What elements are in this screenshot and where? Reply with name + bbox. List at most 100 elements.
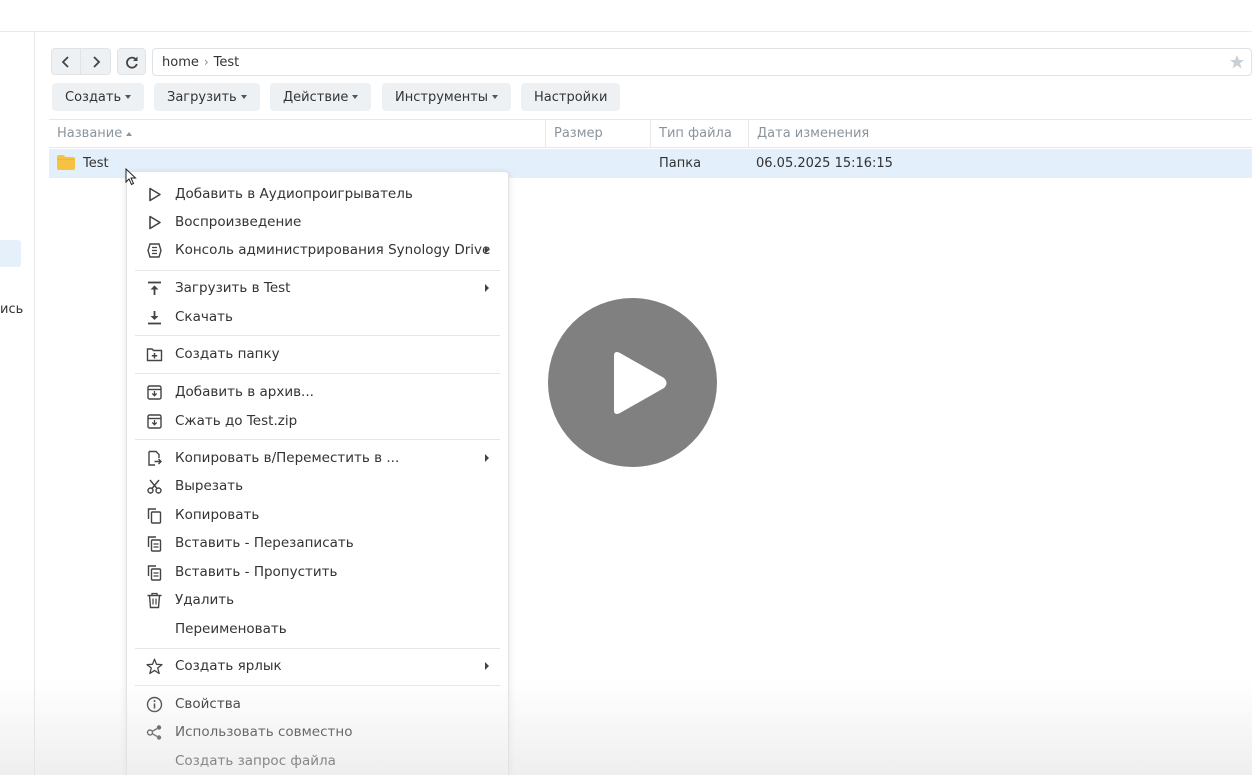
download-icon	[148, 311, 161, 325]
menu-item-cut[interactable]: Вырезать	[127, 472, 508, 500]
action-button[interactable]: Действие	[270, 83, 372, 111]
menu-item-share[interactable]: Использовать совместно	[127, 718, 508, 746]
menu-divider	[135, 373, 500, 374]
menu-item-properties[interactable]: Свойства	[127, 690, 508, 718]
menu-item-label: Загрузить в Test	[175, 280, 291, 296]
menu-item-label: Скачать	[175, 309, 233, 325]
settings-button[interactable]: Настройки	[521, 83, 621, 111]
column-type-label: Тип файла	[659, 126, 732, 141]
tools-button-label: Инструменты	[395, 89, 489, 105]
path-bar[interactable]: home › Test	[152, 48, 1252, 76]
refresh-icon	[125, 56, 138, 68]
menu-item-label: Сжать до Test.zip	[175, 413, 298, 429]
row-name: Test	[83, 156, 109, 171]
menu-item-label: Консоль администрирования Synology Drive	[175, 242, 491, 258]
top-bar	[0, 0, 1252, 32]
chevron-right-icon	[92, 55, 100, 68]
favorite-star-icon[interactable]	[1229, 54, 1245, 70]
tools-button[interactable]: Инструменты	[382, 83, 512, 111]
menu-item-create-folder[interactable]: Создать папку	[127, 340, 508, 368]
sidebar-selected-item[interactable]	[0, 240, 21, 267]
submenu-arrow-icon	[485, 284, 489, 292]
column-modified-label: Дата изменения	[757, 126, 870, 141]
caret-down-icon	[240, 95, 247, 99]
info-icon	[146, 696, 163, 713]
menu-item-add-to-audio-player[interactable]: Добавить в Аудиопроигрыватель	[127, 180, 508, 208]
menu-item-create-shortcut[interactable]: Создать ярлык	[127, 652, 508, 680]
context-menu: Добавить в Аудиопроигрыватель Воспроизве…	[126, 171, 509, 775]
menu-divider	[135, 648, 500, 649]
menu-item-synology-drive-console[interactable]: Консоль администрирования Synology Drive	[127, 236, 508, 264]
menu-item-label: Свойства	[175, 696, 241, 712]
menu-item-paste-overwrite[interactable]: Вставить - Перезаписать	[127, 529, 508, 557]
menu-item-copy-move-to[interactable]: Копировать в/Переместить в ...	[127, 444, 508, 472]
menu-item-label: Удалить	[175, 592, 235, 608]
star-outline-icon	[146, 658, 163, 675]
copy-icon	[147, 508, 162, 524]
upload-icon	[148, 281, 161, 295]
upload-button-label: Загрузить	[167, 89, 237, 105]
mouse-cursor-icon	[125, 168, 137, 186]
archive-icon	[147, 414, 162, 429]
menu-item-label: Вставить - Перезаписать	[175, 535, 354, 551]
copy-move-icon	[148, 450, 162, 466]
create-button[interactable]: Создать	[52, 83, 145, 111]
caret-down-icon	[492, 95, 499, 99]
column-size-label: Размер	[554, 126, 603, 141]
trash-icon	[147, 592, 162, 609]
submenu-arrow-icon	[485, 662, 489, 670]
menu-item-create-file-request[interactable]: Создать запрос файла	[127, 747, 508, 775]
menu-item-label: Использовать совместно	[175, 724, 353, 740]
menu-item-rename[interactable]: Переименовать	[127, 615, 508, 643]
column-header-modified[interactable]: Дата изменения	[748, 120, 1252, 148]
menu-item-label: Добавить в Аудиопроигрыватель	[175, 186, 413, 202]
upload-button[interactable]: Загрузить	[154, 83, 260, 111]
file-list-header: Название Размер Тип файла Дата изменения	[49, 119, 1252, 148]
scissors-icon	[147, 479, 162, 494]
column-header-type[interactable]: Тип файла	[650, 120, 748, 148]
menu-item-label: Переименовать	[175, 621, 287, 637]
action-button-label: Действие	[283, 89, 349, 105]
caret-down-icon	[125, 95, 132, 99]
play-button-overlay[interactable]	[548, 298, 717, 467]
menu-divider	[135, 685, 500, 686]
back-button[interactable]	[51, 48, 81, 75]
breadcrumb-current[interactable]: Test	[214, 55, 240, 70]
menu-divider	[135, 270, 500, 271]
menu-item-upload-to-test[interactable]: Загрузить в Test	[127, 274, 508, 302]
share-icon	[146, 725, 162, 740]
play-outline-icon	[149, 187, 161, 202]
refresh-button[interactable]	[117, 48, 146, 75]
menu-divider	[135, 439, 500, 440]
play-outline-icon	[149, 215, 161, 230]
menu-item-playback[interactable]: Воспроизведение	[127, 208, 508, 236]
sort-ascending-icon	[126, 131, 133, 136]
menu-item-add-to-archive[interactable]: Добавить в архив...	[127, 378, 508, 406]
row-modified: 06.05.2025 15:16:15	[756, 156, 893, 171]
menu-item-label: Вставить - Пропустить	[175, 564, 338, 580]
sidebar: ись	[0, 32, 35, 775]
play-button-icon	[613, 351, 666, 414]
menu-item-compress-zip[interactable]: Сжать до Test.zip	[127, 407, 508, 435]
menu-item-delete[interactable]: Удалить	[127, 586, 508, 614]
breadcrumb-home[interactable]: home	[162, 55, 199, 70]
chevron-left-icon	[61, 55, 69, 68]
menu-item-label: Создать папку	[175, 346, 280, 362]
menu-item-copy[interactable]: Копировать	[127, 501, 508, 529]
forward-button[interactable]	[81, 48, 111, 75]
paste-icon	[147, 536, 162, 552]
menu-divider	[135, 335, 500, 336]
menu-item-label: Копировать в/Переместить в ...	[175, 450, 400, 466]
sidebar-item-label[interactable]: ись	[0, 302, 23, 317]
column-header-name[interactable]: Название	[49, 120, 545, 148]
menu-item-download[interactable]: Скачать	[127, 303, 508, 331]
menu-item-label: Воспроизведение	[175, 214, 302, 230]
menu-item-label: Копировать	[175, 507, 260, 523]
create-button-label: Создать	[65, 89, 122, 105]
menu-item-paste-skip[interactable]: Вставить - Пропустить	[127, 558, 508, 586]
menu-item-label: Добавить в архив...	[175, 384, 314, 400]
submenu-arrow-icon	[485, 454, 489, 462]
synology-drive-icon	[147, 243, 162, 258]
column-header-size[interactable]: Размер	[545, 120, 650, 148]
column-name-label: Название	[57, 126, 123, 141]
